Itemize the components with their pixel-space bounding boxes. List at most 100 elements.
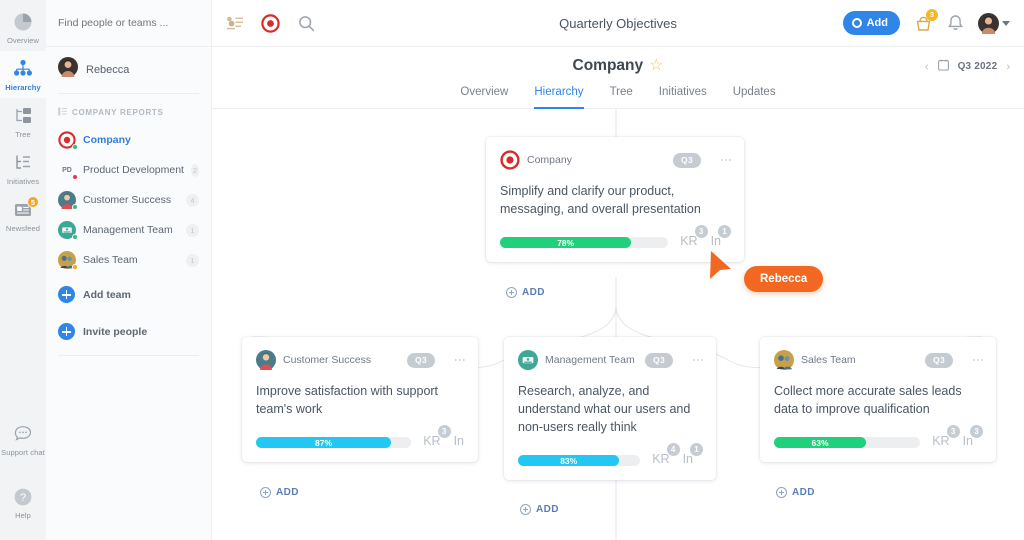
card-menu-button[interactable]: ⋮	[974, 354, 982, 366]
target-icon[interactable]	[261, 14, 280, 33]
svg-text:?: ?	[20, 492, 26, 504]
sidebar-item-count: 1	[186, 254, 199, 267]
add-team-button[interactable]: Add team	[46, 279, 211, 310]
sidebar-item-management-team[interactable]: Management Team 1	[46, 215, 211, 245]
card-team-name: Customer Success	[283, 354, 371, 366]
calendar-icon	[938, 59, 949, 74]
tab-hierarchy[interactable]: Hierarchy	[534, 86, 583, 109]
sidebar-item-count: 2	[191, 164, 199, 177]
search-field-wrapper[interactable]	[46, 0, 211, 47]
card-menu-button[interactable]: ⋮	[456, 354, 464, 366]
rail-bottom-group: Support chat ? Help	[0, 416, 46, 540]
rail-item-support-chat[interactable]: Support chat	[0, 416, 46, 463]
in-count: 1	[718, 225, 731, 238]
filter-list-icon[interactable]	[226, 16, 243, 31]
add-label: ADD	[792, 487, 815, 498]
sidebar-item-customer-success[interactable]: Customer Success 4	[46, 185, 211, 215]
team-initials-avatar: PD	[58, 161, 76, 179]
top-bar-left-icons	[226, 14, 315, 33]
add-child-button-sales-team[interactable]: ADD	[776, 487, 815, 498]
sidebar-item-label: Sales Team	[83, 254, 179, 266]
card-team-name: Sales Team	[801, 354, 856, 366]
user-menu[interactable]	[978, 13, 1010, 34]
card-metrics: KR 3 In	[423, 434, 464, 448]
rail-item-help[interactable]: ? Help	[0, 479, 46, 526]
status-dot	[72, 174, 78, 180]
team-avatar	[58, 191, 76, 209]
initiatives-metric[interactable]: In	[454, 434, 464, 448]
gift-icon[interactable]: 3	[914, 14, 933, 33]
card-menu-button[interactable]: ⋮	[722, 154, 730, 166]
status-dot	[72, 144, 78, 150]
next-period-button[interactable]: ›	[1006, 61, 1010, 73]
initiatives-metric[interactable]: In 1	[683, 452, 702, 466]
card-footer: 87% KR 3 In	[256, 434, 464, 448]
progress-bar-fill: 78%	[500, 237, 631, 248]
rail-item-hierarchy[interactable]: Hierarchy	[0, 51, 46, 98]
tab-updates[interactable]: Updates	[733, 86, 776, 109]
plus-circle-icon	[58, 286, 75, 303]
objective-card-management-team[interactable]: Management Team Q3 ⋮ Research, analyze, …	[504, 337, 716, 480]
sidebar-item-company[interactable]: Company	[46, 125, 211, 155]
add-child-button-management-team[interactable]: ADD	[520, 504, 559, 515]
rail-item-newsfeed[interactable]: 5 Newsfeed	[0, 192, 46, 239]
period-selector: ‹ Q3 2022 ›	[925, 59, 1010, 74]
team-avatar	[518, 350, 538, 370]
card-metrics: KR 3 In 1	[680, 234, 730, 248]
avatar-initials: PD	[62, 167, 72, 174]
kr-count: 3	[947, 425, 960, 438]
rail-item-tree[interactable]: Tree	[0, 98, 46, 145]
sidebar-item-label: Product Development	[83, 164, 184, 176]
hierarchy-canvas[interactable]: Company Q3 ⋮ Simplify and clarify our pr…	[212, 109, 1024, 540]
objective-card-customer-success[interactable]: Customer Success Q3 ⋮ Improve satisfacti…	[242, 337, 478, 462]
key-results-metric[interactable]: KR 3	[680, 234, 706, 248]
rail-label: Support chat	[1, 448, 45, 457]
main-area: Quarterly Objectives Add 3	[212, 0, 1024, 540]
progress-bar-track: 83%	[518, 455, 640, 466]
in-count: 1	[690, 443, 703, 456]
period-label[interactable]: Q3 2022	[958, 61, 998, 72]
tab-tree[interactable]: Tree	[610, 86, 633, 109]
sidebar-item-product-development[interactable]: PD Product Development 2	[46, 155, 211, 185]
prev-period-button[interactable]: ‹	[925, 61, 929, 73]
rail-label: Tree	[15, 130, 31, 139]
objective-card-sales-team[interactable]: Sales Team Q3 ⋮ Collect more accurate sa…	[760, 337, 996, 462]
quarter-badge: Q3	[925, 353, 953, 368]
tab-overview[interactable]: Overview	[460, 86, 508, 109]
bell-icon[interactable]	[947, 14, 964, 32]
key-results-metric[interactable]: KR 3	[932, 434, 958, 448]
search-input[interactable]	[58, 17, 199, 29]
add-child-button-company[interactable]: ADD	[506, 287, 545, 298]
invite-people-button[interactable]: Invite people	[46, 316, 211, 347]
initiatives-metric[interactable]: In 1	[711, 234, 730, 248]
rail-item-overview[interactable]: Overview	[0, 4, 46, 51]
card-metrics: KR 3 In 3	[932, 434, 982, 448]
gift-badge: 3	[926, 9, 938, 21]
add-button-label: Add	[867, 17, 888, 29]
tab-initiatives[interactable]: Initiatives	[659, 86, 707, 109]
kr-label: KR	[680, 234, 697, 248]
sidebar-current-user[interactable]: Rebecca	[46, 47, 211, 93]
add-child-button-customer-success[interactable]: ADD	[260, 487, 299, 498]
top-bar: Quarterly Objectives Add 3	[212, 0, 1024, 47]
objective-card-company[interactable]: Company Q3 ⋮ Simplify and clarify our pr…	[486, 137, 744, 262]
add-button[interactable]: Add	[843, 11, 900, 35]
rail-item-initiatives[interactable]: Initiatives	[0, 145, 46, 192]
rail-label: Overview	[7, 36, 39, 45]
sidebar-user-name: Rebecca	[86, 64, 129, 76]
card-footer: 83% KR 4 In 1	[518, 452, 702, 466]
team-avatar	[256, 350, 276, 370]
card-footer: 78% KR 3 In 1	[500, 234, 730, 248]
search-icon[interactable]	[298, 15, 315, 32]
initiatives-metric[interactable]: In 3	[963, 434, 982, 448]
key-results-metric[interactable]: KR 3	[423, 434, 449, 448]
avatar	[58, 57, 78, 82]
target-icon	[500, 150, 520, 170]
add-team-label: Add team	[83, 289, 131, 301]
sidebar: Rebecca COMPANY REPORTS Company	[46, 0, 212, 540]
sidebar-item-sales-team[interactable]: Sales Team 1	[46, 245, 211, 275]
key-results-metric[interactable]: KR 4	[652, 452, 678, 466]
card-menu-button[interactable]: ⋮	[694, 354, 702, 366]
avatar	[978, 13, 999, 34]
star-icon[interactable]: ☆	[649, 58, 663, 74]
